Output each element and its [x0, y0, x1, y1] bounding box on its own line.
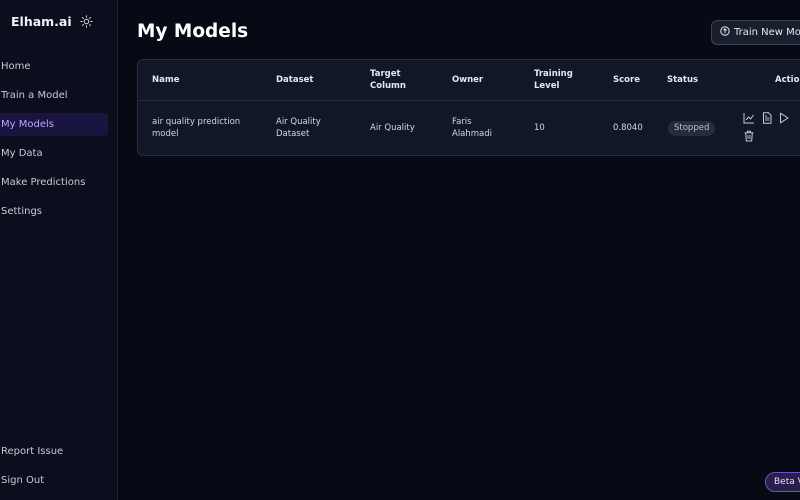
column-header-training-level: Training Level	[534, 68, 573, 92]
cell-target-column: Air Quality	[370, 123, 415, 133]
header-divider	[138, 100, 800, 101]
column-header-target-column: Target Column	[370, 68, 406, 92]
cell-dataset-line2: Dataset	[276, 129, 310, 139]
beta-version-badge: Beta Version	[765, 472, 800, 492]
train-new-model-button[interactable]: Train New Model	[711, 20, 800, 45]
train-new-model-label: Train New Model	[734, 27, 800, 38]
column-header-dataset: Dataset	[276, 75, 314, 85]
trash-icon[interactable]	[743, 130, 755, 142]
cell-owner-line2: Alahmadi	[452, 129, 493, 139]
sidebar-item-train-a-model[interactable]: Train a Model	[0, 84, 108, 107]
cell-name-line2: model	[152, 129, 179, 139]
cell-training-level: 10	[534, 123, 545, 133]
sidebar-item-make-predictions[interactable]: Make Predictions	[0, 171, 108, 194]
brand-logo[interactable]: Elham.ai	[11, 14, 72, 29]
column-header-score: Score	[613, 75, 640, 85]
play-icon[interactable]	[778, 112, 790, 124]
column-header-name: Name	[152, 75, 180, 85]
cell-owner-line1: Faris	[452, 117, 472, 127]
upload-icon	[720, 26, 730, 36]
sun-icon[interactable]	[80, 15, 93, 28]
sidebar-item-home[interactable]: Home	[0, 55, 108, 78]
status-badge: Stopped	[668, 121, 716, 136]
column-header-training-line1: Training	[534, 69, 573, 79]
sidebar-item-settings[interactable]: Settings	[0, 200, 108, 223]
cell-name: air quality prediction model	[152, 116, 240, 140]
column-header-status: Status	[667, 75, 699, 85]
column-header-target-line1: Target	[370, 69, 401, 79]
cell-name-line1: air quality prediction	[152, 117, 241, 127]
cell-owner: Faris Alahmadi	[452, 116, 492, 140]
document-icon[interactable]	[761, 112, 773, 124]
cell-score: 0.8040	[613, 123, 643, 133]
column-header-owner: Owner	[452, 75, 484, 85]
cell-dataset: Air Quality Dataset	[276, 116, 321, 140]
sidebar-item-my-data[interactable]: My Data	[0, 142, 108, 165]
cell-dataset-line1: Air Quality	[276, 117, 321, 127]
page-title: My Models	[137, 21, 249, 42]
column-header-actions: Actions	[775, 75, 800, 85]
column-header-training-line2: Level	[534, 81, 560, 91]
sidebar: Elham.ai Home Train a Model My Models My…	[0, 0, 118, 500]
sidebar-item-my-models[interactable]: My Models	[0, 113, 108, 136]
sidebar-item-sign-out[interactable]: Sign Out	[0, 469, 108, 492]
chart-icon[interactable]	[743, 112, 755, 124]
sidebar-item-report-issue[interactable]: Report Issue	[0, 440, 108, 463]
column-header-target-line2: Column	[370, 81, 406, 91]
models-table: Name Dataset Target Column Owner Trainin…	[137, 59, 800, 156]
